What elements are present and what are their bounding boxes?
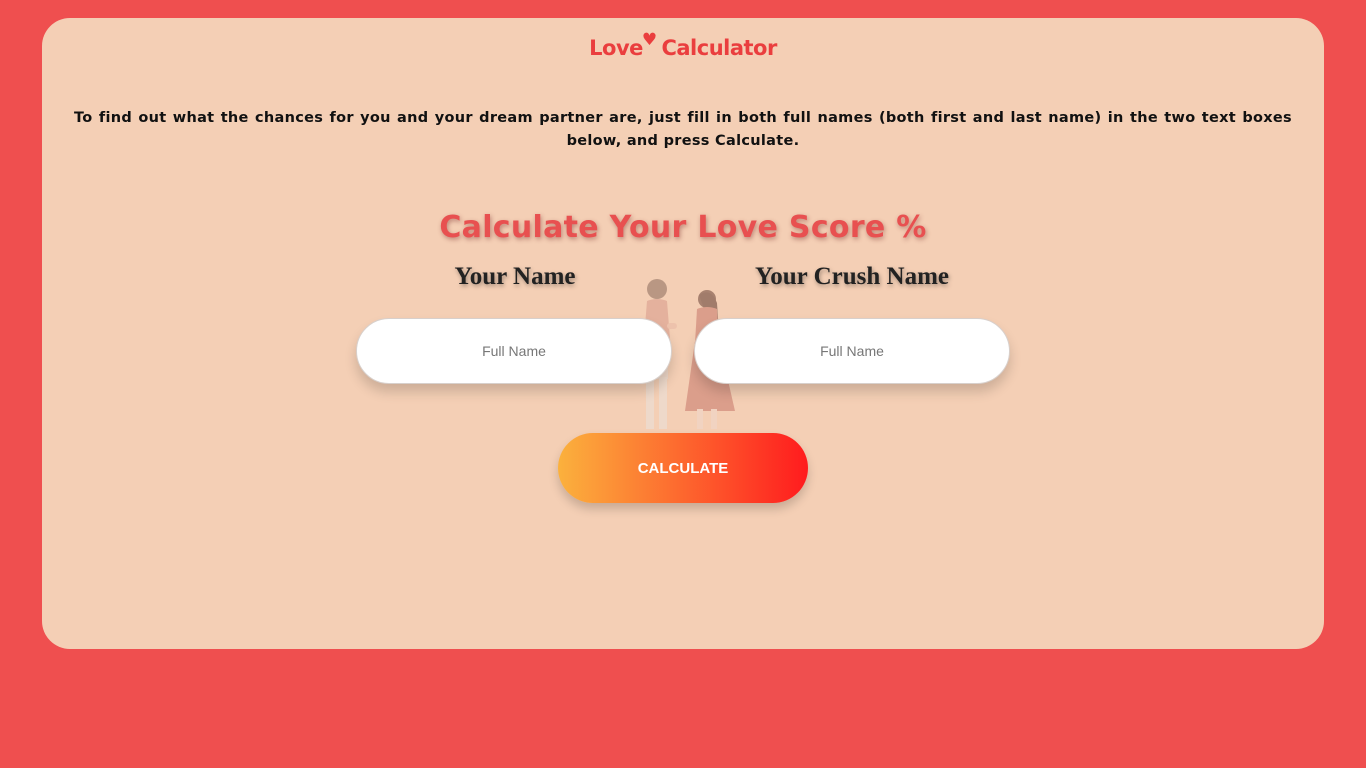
crush-name-label: Your Crush Name (755, 263, 949, 290)
logo-text-love: Love (589, 36, 643, 60)
crush-name-input[interactable] (694, 318, 1010, 384)
your-name-input[interactable] (356, 318, 672, 384)
main-card: Love♥ Calculator To find out what the ch… (42, 18, 1324, 649)
calculate-button[interactable]: CALCULATE (558, 433, 808, 503)
logo-text-calculator: Calculator (661, 36, 777, 60)
page-heading: Calculate Your Love Score % (439, 210, 927, 245)
intro-text: To find out what the chances for you and… (74, 110, 1292, 149)
logo: Love♥ Calculator (42, 30, 1324, 72)
heart-icon: ♥ (641, 30, 657, 50)
your-name-label: Your Name (454, 263, 576, 290)
